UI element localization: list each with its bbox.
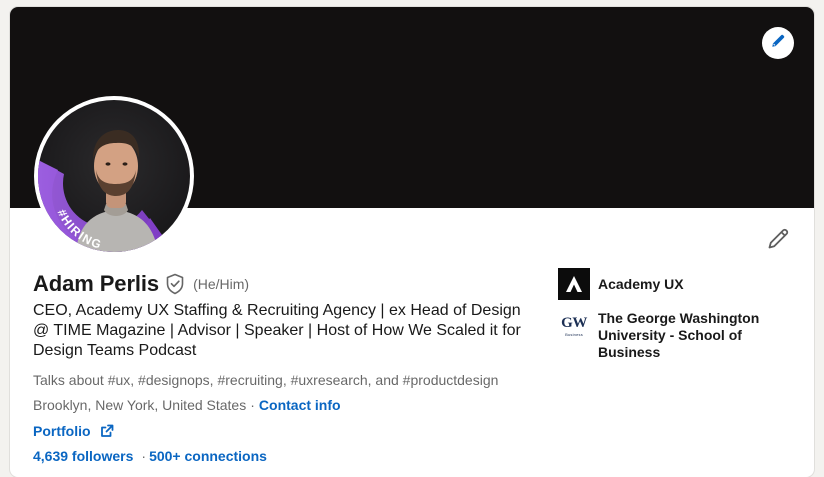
school-name: The George Washington University - Schoo… xyxy=(598,310,760,360)
gw-logo: GW Business xyxy=(558,310,590,342)
pencil-icon xyxy=(771,34,785,53)
portfolio-link[interactable]: Portfolio xyxy=(33,421,91,441)
followers-link[interactable]: 4,639 followers xyxy=(33,446,133,466)
pencil-icon xyxy=(766,227,790,256)
separator: · xyxy=(141,448,147,464)
profile-headline: CEO, Academy UX Staffing & Recruiting Ag… xyxy=(33,302,521,359)
academy-ux-logo xyxy=(558,268,590,300)
connections-link[interactable]: 500+ connections xyxy=(149,446,267,466)
shield-check-icon[interactable] xyxy=(165,273,185,295)
profile-photo[interactable]: #HIRING xyxy=(34,96,194,256)
experience-summary: Academy UX GW Business The George Washin… xyxy=(558,268,798,361)
external-link-icon[interactable] xyxy=(99,423,115,439)
current-company-academy-ux[interactable]: Academy UX xyxy=(558,268,798,300)
intro-section: Adam Perlis (He/Him) CEO, Academy UX Sta… xyxy=(33,269,533,466)
edit-cover-button[interactable] xyxy=(762,27,794,59)
company-name: Academy UX xyxy=(598,276,684,292)
profile-name: Adam Perlis xyxy=(33,271,160,296)
education-gwu[interactable]: GW Business The George Washington Univer… xyxy=(558,310,798,361)
separator: · xyxy=(250,397,255,413)
edit-intro-button[interactable] xyxy=(764,227,792,255)
profile-card: #HIRING Adam Perlis (He/Him) CEO, Academ… xyxy=(10,7,814,477)
pronouns: (He/Him) xyxy=(193,276,250,292)
location: Brooklyn, New York, United States xyxy=(33,397,247,413)
talks-about: Talks about #ux, #designops, #recruiting… xyxy=(33,372,499,388)
contact-info-link[interactable]: Contact info xyxy=(259,395,341,415)
avatar: #HIRING xyxy=(38,100,190,252)
